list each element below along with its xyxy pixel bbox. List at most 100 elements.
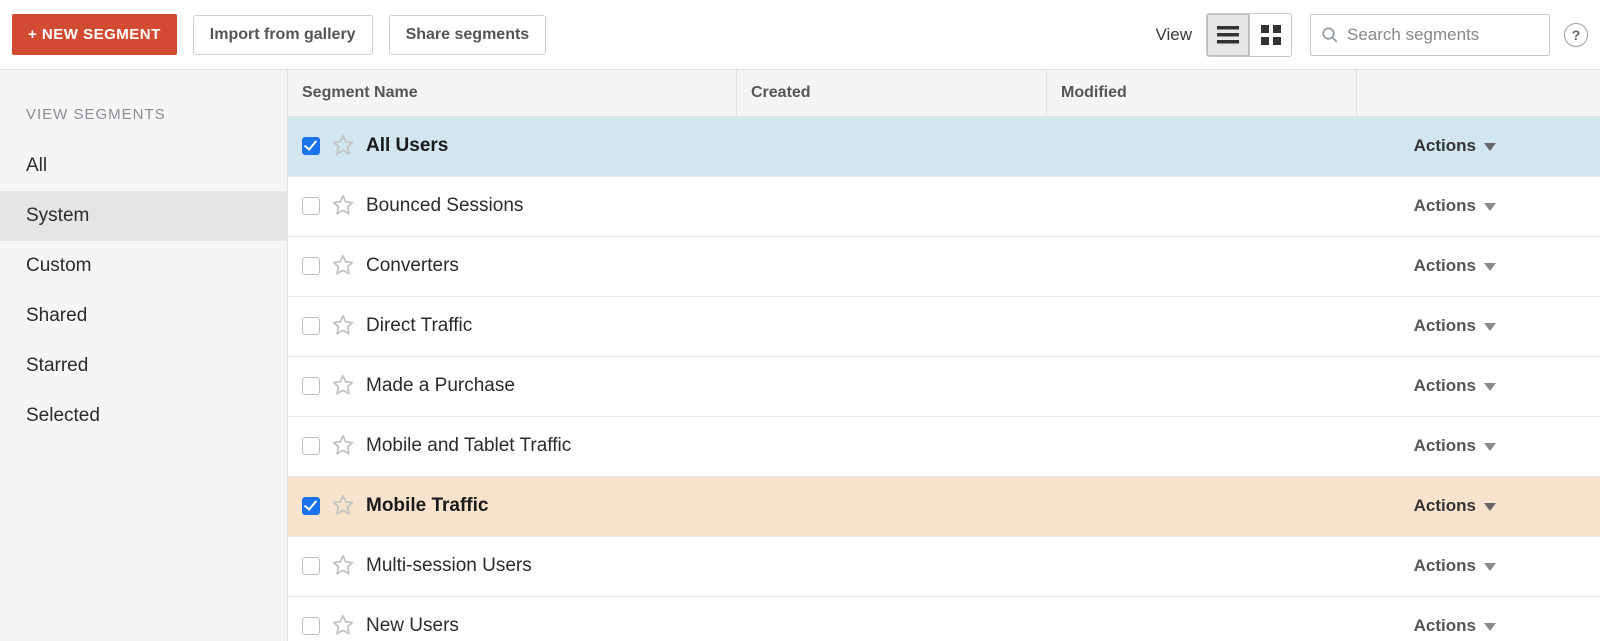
star-icon <box>332 434 354 459</box>
column-header-name[interactable]: Segment Name <box>288 84 736 102</box>
table-row: Converters Actions <box>288 237 1600 297</box>
segment-name[interactable]: Converters <box>366 255 459 277</box>
cell-name: Bounced Sessions <box>288 194 736 219</box>
actions-label: Actions <box>1414 496 1476 516</box>
segment-name[interactable]: All Users <box>366 135 448 157</box>
star-button[interactable] <box>332 254 354 279</box>
segment-name[interactable]: Mobile and Tablet Traffic <box>366 435 571 457</box>
sidebar-item-selected[interactable]: Selected <box>0 391 287 441</box>
column-header-actions <box>1356 70 1600 116</box>
sidebar-item-custom[interactable]: Custom <box>0 241 287 291</box>
grid-icon <box>1261 25 1281 45</box>
list-view-button[interactable] <box>1207 14 1249 56</box>
column-header-created[interactable]: Created <box>736 70 1046 116</box>
row-checkbox[interactable] <box>302 617 320 635</box>
body: VIEW SEGMENTS AllSystemCustomSharedStarr… <box>0 70 1600 641</box>
row-checkbox[interactable] <box>302 377 320 395</box>
list-icon <box>1217 26 1239 44</box>
cell-name: All Users <box>288 134 736 159</box>
segment-name[interactable]: Multi-session Users <box>366 555 532 577</box>
share-segments-button[interactable]: Share segments <box>389 15 547 55</box>
actions-button[interactable]: Actions <box>1414 436 1496 456</box>
star-button[interactable] <box>332 134 354 159</box>
segment-name[interactable]: Made a Purchase <box>366 375 515 397</box>
column-header-modified[interactable]: Modified <box>1046 70 1356 116</box>
actions-button[interactable]: Actions <box>1414 616 1496 636</box>
star-button[interactable] <box>332 374 354 399</box>
row-checkbox[interactable] <box>302 437 320 455</box>
table-header: Segment Name Created Modified <box>288 70 1600 117</box>
sidebar-item-shared[interactable]: Shared <box>0 291 287 341</box>
actions-button[interactable]: Actions <box>1414 256 1496 276</box>
chevron-down-icon <box>1484 436 1496 456</box>
row-checkbox[interactable] <box>302 137 320 155</box>
actions-button[interactable]: Actions <box>1414 556 1496 576</box>
chevron-down-icon <box>1484 616 1496 636</box>
search-box[interactable] <box>1310 14 1550 56</box>
chevron-down-icon <box>1484 376 1496 396</box>
actions-label: Actions <box>1414 376 1476 396</box>
star-icon <box>332 254 354 279</box>
table-row: New Users Actions <box>288 597 1600 641</box>
table-row: All Users Actions <box>288 117 1600 177</box>
chevron-down-icon <box>1484 136 1496 156</box>
star-button[interactable] <box>332 314 354 339</box>
star-button[interactable] <box>332 434 354 459</box>
segment-name[interactable]: Mobile Traffic <box>366 495 488 517</box>
segment-name[interactable]: New Users <box>366 615 459 637</box>
row-checkbox[interactable] <box>302 557 320 575</box>
cell-actions: Actions <box>1356 496 1600 516</box>
segment-name[interactable]: Bounced Sessions <box>366 195 523 217</box>
cell-actions: Actions <box>1356 376 1600 396</box>
cell-actions: Actions <box>1356 316 1600 336</box>
table-row: Direct Traffic Actions <box>288 297 1600 357</box>
row-checkbox[interactable] <box>302 497 320 515</box>
star-button[interactable] <box>332 554 354 579</box>
star-button[interactable] <box>332 614 354 639</box>
grid-view-button[interactable] <box>1249 14 1291 56</box>
actions-button[interactable]: Actions <box>1414 496 1496 516</box>
segments-table: Segment Name Created Modified All UsersA… <box>288 70 1600 641</box>
table-row: Mobile and Tablet Traffic Actions <box>288 417 1600 477</box>
cell-actions: Actions <box>1356 616 1600 636</box>
sidebar-item-starred[interactable]: Starred <box>0 341 287 391</box>
actions-label: Actions <box>1414 136 1476 156</box>
new-segment-button[interactable]: + NEW SEGMENT <box>12 14 177 55</box>
sidebar-item-all[interactable]: All <box>0 141 287 191</box>
import-from-gallery-button[interactable]: Import from gallery <box>193 15 373 55</box>
search-input[interactable] <box>1347 25 1539 45</box>
view-label: View <box>1155 25 1192 45</box>
chevron-down-icon <box>1484 256 1496 276</box>
star-button[interactable] <box>332 194 354 219</box>
toolbar: + NEW SEGMENT Import from gallery Share … <box>0 0 1600 70</box>
star-icon <box>332 554 354 579</box>
view-toggle <box>1206 13 1292 57</box>
star-icon <box>332 494 354 519</box>
star-icon <box>332 194 354 219</box>
cell-name: Made a Purchase <box>288 374 736 399</box>
row-checkbox[interactable] <box>302 317 320 335</box>
cell-actions: Actions <box>1356 196 1600 216</box>
actions-label: Actions <box>1414 616 1476 636</box>
actions-label: Actions <box>1414 556 1476 576</box>
table-row: Multi-session Users Actions <box>288 537 1600 597</box>
actions-label: Actions <box>1414 436 1476 456</box>
sidebar-item-system[interactable]: System <box>0 191 287 241</box>
star-button[interactable] <box>332 494 354 519</box>
actions-button[interactable]: Actions <box>1414 316 1496 336</box>
cell-name: Mobile Traffic <box>288 494 736 519</box>
actions-label: Actions <box>1414 256 1476 276</box>
actions-button[interactable]: Actions <box>1414 376 1496 396</box>
row-checkbox[interactable] <box>302 197 320 215</box>
chevron-down-icon <box>1484 196 1496 216</box>
row-checkbox[interactable] <box>302 257 320 275</box>
actions-label: Actions <box>1414 196 1476 216</box>
segment-name[interactable]: Direct Traffic <box>366 315 472 337</box>
cell-actions: Actions <box>1356 136 1600 156</box>
chevron-down-icon <box>1484 556 1496 576</box>
actions-button[interactable]: Actions <box>1414 196 1496 216</box>
chevron-down-icon <box>1484 316 1496 336</box>
help-button[interactable]: ? <box>1564 23 1588 47</box>
cell-actions: Actions <box>1356 256 1600 276</box>
actions-button[interactable]: Actions <box>1414 136 1496 156</box>
